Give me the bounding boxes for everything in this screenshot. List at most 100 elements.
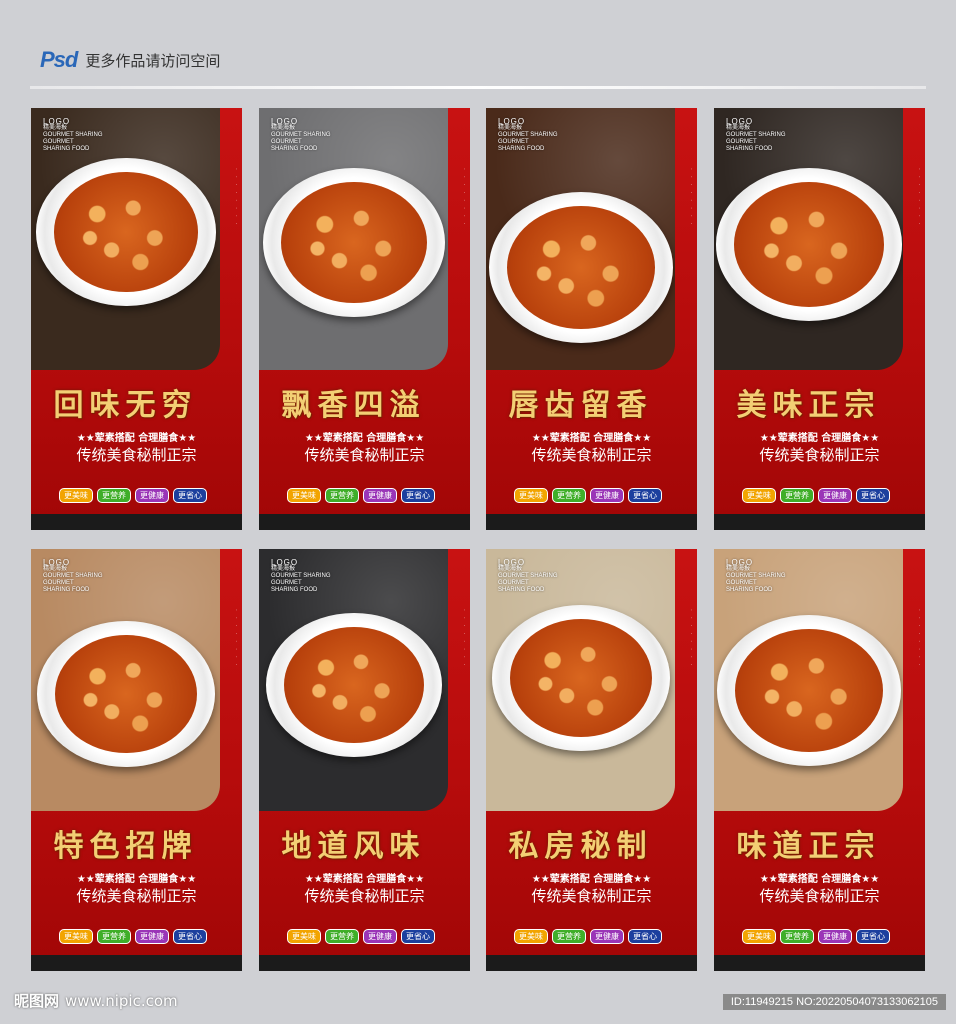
poster-subtitle-stars: ★★荤素搭配 合理膳食★★ <box>304 874 425 885</box>
tag-badge: 更营养 <box>780 488 814 503</box>
logo-en1: GOURMET SHARING <box>43 573 103 579</box>
poster-subtitle-stars: ★★荤素搭配 合理膳食★★ <box>531 433 652 444</box>
poster-title: 特色招牌 <box>53 829 198 864</box>
poster-subtitle: 传统美食秘制正宗 <box>531 446 652 464</box>
tag-badge: 更健康 <box>818 488 852 503</box>
poster-title: 美味正宗 <box>736 388 881 423</box>
logo-text: LOGO <box>43 117 71 126</box>
page-header: Psd 更多作品请访问空间 <box>40 46 220 74</box>
food-photo: LOGO 精美海报 GOURMET SHARING GOURMET SHARIN… <box>486 549 675 811</box>
poster-title: 回味无穷 <box>53 388 198 423</box>
logo-text: LOGO <box>498 117 526 126</box>
side-stripe: · · · · · · · · <box>915 168 922 227</box>
logo-text: LOGO <box>271 117 299 126</box>
logo-en3: SHARING FOOD <box>498 587 545 593</box>
tag-row: 更美味 更营养 更健康 更省心 <box>59 929 207 944</box>
poster-card[interactable]: LOGO 精美海报 GOURMET SHARING GOURMET SHARIN… <box>31 108 242 530</box>
poster-card[interactable]: LOGO 精美海报 GOURMET SHARING GOURMET SHARIN… <box>259 108 470 530</box>
food-photo: LOGO 精美海报 GOURMET SHARING GOURMET SHARIN… <box>714 549 903 811</box>
poster-card[interactable]: LOGO 精美海报 GOURMET SHARING GOURMET SHARIN… <box>714 549 925 971</box>
mapo-tofu-shape <box>734 629 883 752</box>
tag-badge: 更省心 <box>628 929 662 944</box>
poster-bottom-bar <box>486 955 697 971</box>
mapo-tofu-shape <box>509 619 652 737</box>
logo-en1: GOURMET SHARING <box>726 573 786 579</box>
tag-badge: 更美味 <box>514 929 548 944</box>
logo-block: LOGO 精美海报 GOURMET SHARING GOURMET SHARIN… <box>271 559 331 594</box>
tag-badge: 更健康 <box>818 929 852 944</box>
logo-text: LOGO <box>726 117 754 126</box>
food-photo: LOGO 精美海报 GOURMET SHARING GOURMET SHARIN… <box>486 108 675 370</box>
tag-row: 更美味 更营养 更健康 更省心 <box>287 488 435 503</box>
fine-print-texture <box>279 909 449 923</box>
mapo-tofu-shape <box>280 182 427 304</box>
logo-block: LOGO 精美海报 GOURMET SHARING GOURMET SHARIN… <box>498 559 558 594</box>
tag-badge: 更美味 <box>287 929 321 944</box>
poster-subtitle: 传统美食秘制正宗 <box>304 446 425 464</box>
tag-row: 更美味 更营养 更健康 更省心 <box>287 929 435 944</box>
tag-badge: 更健康 <box>590 929 624 944</box>
poster-bottom-bar <box>259 514 470 530</box>
poster-card[interactable]: LOGO 精美海报 GOURMET SHARING GOURMET SHARIN… <box>31 549 242 971</box>
poster-bottom-bar <box>486 514 697 530</box>
poster-bottom-bar <box>714 514 925 530</box>
side-stripe: · · · · · · · · <box>232 168 239 227</box>
tag-badge: 更营养 <box>780 929 814 944</box>
poster-card[interactable]: LOGO 精美海报 GOURMET SHARING GOURMET SHARIN… <box>714 108 925 530</box>
poster-subtitle-stars: ★★荤素搭配 合理膳食★★ <box>304 433 425 444</box>
tag-badge: 更营养 <box>97 929 131 944</box>
header-divider <box>30 86 926 89</box>
side-stripe: · · · · · · · · <box>915 609 922 668</box>
logo-en2: GOURMET <box>726 580 757 586</box>
logo-text: LOGO <box>43 558 71 567</box>
fine-print-texture <box>734 468 904 482</box>
poster-subtitle-stars: ★★荤素搭配 合理膳食★★ <box>76 874 197 885</box>
fine-print-texture <box>506 909 676 923</box>
logo-en2: GOURMET <box>271 580 302 586</box>
tag-badge: 更营养 <box>552 488 586 503</box>
tag-badge: 更美味 <box>59 929 93 944</box>
poster-subtitle-stars: ★★荤素搭配 合理膳食★★ <box>759 874 880 885</box>
mapo-tofu-shape <box>506 206 655 329</box>
fine-print-texture <box>51 909 221 923</box>
side-stripe: · · · · · · · · <box>460 168 467 227</box>
nipic-url[interactable]: www.nipic.com <box>65 992 178 1010</box>
logo-en1: GOURMET SHARING <box>271 132 331 138</box>
tag-row: 更美味 更营养 更健康 更省心 <box>514 929 662 944</box>
tag-row: 更美味 更营养 更健康 更省心 <box>514 488 662 503</box>
tag-badge: 更营养 <box>97 488 131 503</box>
poster-card[interactable]: LOGO 精美海报 GOURMET SHARING GOURMET SHARIN… <box>486 549 697 971</box>
food-photo: LOGO 精美海报 GOURMET SHARING GOURMET SHARIN… <box>714 108 903 370</box>
logo-block: LOGO 精美海报 GOURMET SHARING GOURMET SHARIN… <box>498 118 558 153</box>
poster-subtitle: 传统美食秘制正宗 <box>759 887 880 905</box>
logo-block: LOGO 精美海报 GOURMET SHARING GOURMET SHARIN… <box>271 118 331 153</box>
logo-en3: SHARING FOOD <box>43 587 90 593</box>
logo-block: LOGO 精美海报 GOURMET SHARING GOURMET SHARIN… <box>726 559 786 594</box>
logo-cn: 精美海报 <box>726 566 751 572</box>
tag-badge: 更省心 <box>628 488 662 503</box>
tag-row: 更美味 更营养 更健康 更省心 <box>742 488 890 503</box>
poster-bottom-bar <box>714 955 925 971</box>
logo-text: LOGO <box>498 558 526 567</box>
poster-title: 味道正宗 <box>736 829 881 864</box>
food-photo: LOGO 精美海报 GOURMET SHARING GOURMET SHARIN… <box>259 108 448 370</box>
food-photo: LOGO 精美海报 GOURMET SHARING GOURMET SHARIN… <box>31 549 220 811</box>
logo-en3: SHARING FOOD <box>726 587 773 593</box>
logo-en2: GOURMET <box>43 580 74 586</box>
poster-subtitle: 传统美食秘制正宗 <box>304 887 425 905</box>
logo-en2: GOURMET <box>726 139 757 145</box>
poster-card[interactable]: LOGO 精美海报 GOURMET SHARING GOURMET SHARIN… <box>486 108 697 530</box>
header-tagline: 更多作品请访问空间 <box>85 51 221 70</box>
logo-cn: 精美海报 <box>43 125 68 131</box>
poster-card[interactable]: LOGO 精美海报 GOURMET SHARING GOURMET SHARIN… <box>259 549 470 971</box>
tag-badge: 更健康 <box>363 929 397 944</box>
logo-text: LOGO <box>726 558 754 567</box>
side-stripe: · · · · · · · · <box>460 609 467 668</box>
logo-cn: 精美海报 <box>271 125 296 131</box>
logo-cn: 精美海报 <box>726 125 751 131</box>
tag-row: 更美味 更营养 更健康 更省心 <box>742 929 890 944</box>
fine-print-texture <box>734 909 904 923</box>
psd-logo: Psd <box>40 47 78 72</box>
logo-en3: SHARING FOOD <box>271 587 318 593</box>
tag-badge: 更美味 <box>742 929 776 944</box>
